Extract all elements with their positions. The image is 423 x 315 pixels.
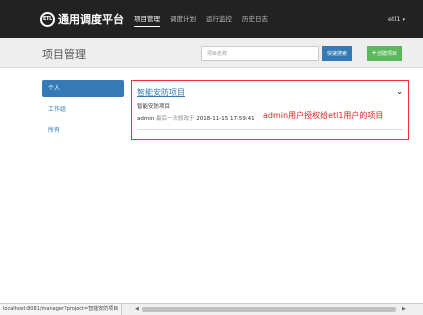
create-project-button[interactable]: + 创建项目 xyxy=(367,46,402,61)
annotation-text: admin用户授权给etl1用户的项目 xyxy=(263,111,384,120)
chevron-down-icon[interactable]: ⌄ xyxy=(396,87,403,96)
nav-history-log[interactable]: 历史日志 xyxy=(242,0,268,38)
user-menu[interactable]: etl1 ▾ xyxy=(388,0,405,38)
modified-label: 最后一次修改于 xyxy=(155,116,195,122)
nav-schedule-plan[interactable]: 调度计划 xyxy=(170,0,196,38)
sidebar: 个人 工作组 所有 xyxy=(42,80,124,143)
page-header: 项目管理 快速搜索 +创建项目 xyxy=(0,38,423,68)
project-title-link[interactable]: 智能安防项目 xyxy=(137,87,185,98)
status-url: localhost:8081/manager?project=智能安防项目 xyxy=(0,304,123,315)
top-navbar: ETL 通用调度平台 项目管理 调度计划 运行监控 历史日志 etl1 ▾ xyxy=(0,0,423,38)
search-input[interactable] xyxy=(201,46,319,61)
etl-logo-icon: ETL xyxy=(40,11,55,27)
nav-run-monitor[interactable]: 运行监控 xyxy=(206,0,232,38)
main-nav: 项目管理 调度计划 运行监控 历史日志 xyxy=(134,0,278,38)
project-description: 智能安防项目 xyxy=(137,104,171,110)
quick-search-button[interactable]: 快速搜索 xyxy=(322,46,352,61)
project-owner: admin xyxy=(137,116,155,122)
divider xyxy=(137,129,403,130)
page-title: 项目管理 xyxy=(42,48,86,61)
horizontal-scrollbar[interactable] xyxy=(142,307,396,312)
app-name: 通用调度平台 xyxy=(58,13,124,26)
app-logo[interactable]: ETL 通用调度平台 xyxy=(40,11,124,27)
sidebar-item-personal[interactable]: 个人 xyxy=(42,80,124,97)
plus-icon: + xyxy=(371,50,377,57)
modified-time: 2018-11-15 17:59:41 xyxy=(196,116,255,122)
user-name: etl1 xyxy=(387,15,401,23)
project-meta: admin 最后一次修改于 2018-11-15 17:59:41 xyxy=(137,114,255,122)
scroll-left-icon[interactable]: ◀ xyxy=(135,306,139,312)
chevron-down-icon: ▾ xyxy=(402,17,405,23)
browser-status-bar: localhost:8081/manager?project=智能安防项目 ◀ … xyxy=(0,303,423,315)
sidebar-item-workgroup[interactable]: 工作组 xyxy=(42,101,124,118)
scroll-right-icon[interactable]: ▶ xyxy=(402,306,406,312)
nav-project-management[interactable]: 项目管理 xyxy=(134,0,160,38)
sidebar-item-all[interactable]: 所有 xyxy=(42,122,124,139)
create-project-label: 创建项目 xyxy=(377,51,398,57)
